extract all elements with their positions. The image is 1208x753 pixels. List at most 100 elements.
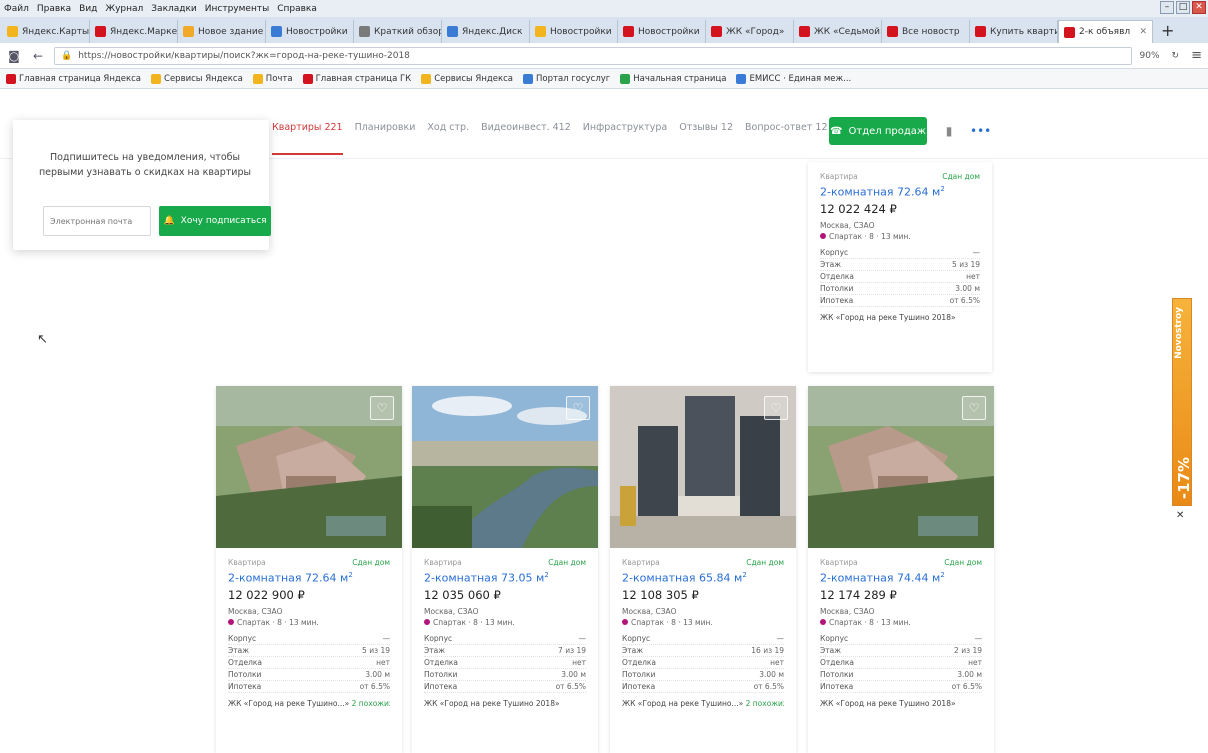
favorite-icon[interactable]: ♡ — [370, 396, 394, 420]
back-icon[interactable]: ← — [30, 48, 46, 64]
favorite-icon[interactable]: ♡ — [566, 396, 590, 420]
card-photo[interactable]: ♡ — [610, 386, 796, 548]
apartment-card[interactable]: Квартира Сдан дом 2-комнатная 72.64 м2 12… — [808, 162, 992, 372]
card-complex[interactable]: ЖК «Город на реке Тушино...» 2 похожих — [622, 699, 784, 708]
tab-infrastructure[interactable]: Инфраструктура — [583, 122, 667, 155]
ad-text: Novostroy — [1174, 307, 1184, 359]
browser-tab[interactable]: ЖК «Город» — [706, 20, 794, 43]
close-tab-icon[interactable]: ✕ — [1139, 27, 1147, 37]
card-title[interactable]: 2-комнатная 72.64 м2 — [228, 571, 390, 585]
url-text: https://новостройки/квартиры/поиск?жк=го… — [78, 50, 410, 61]
browser-tab[interactable]: Новостройки — [618, 20, 706, 43]
browser-tab[interactable]: Яндекс.Маркет — [90, 20, 178, 43]
tab-progress[interactable]: Ход стр. — [427, 122, 469, 155]
tab-qa[interactable]: Вопрос-ответ 12 — [745, 122, 827, 155]
close-ad-icon[interactable]: ✕ — [1176, 510, 1184, 521]
card-status: Сдан дом — [548, 558, 586, 567]
apartment-card[interactable]: ♡ Квартира Сдан дом 2-комнатная 73.05 м2 … — [412, 386, 598, 753]
menu-view[interactable]: Вид — [79, 4, 97, 14]
browser-tab-active[interactable]: 2-к объявл ✕ — [1058, 20, 1153, 43]
email-input[interactable] — [43, 206, 151, 236]
card-type: Квартира — [820, 558, 858, 567]
card-title[interactable]: 2-комнатная 74.44 м2 — [820, 571, 982, 585]
tab-favicon-icon — [271, 26, 282, 37]
bookmark-item[interactable]: Портал госуслуг — [523, 73, 610, 84]
browser-tab[interactable]: Купить квартиру — [970, 20, 1058, 43]
zoom-level[interactable]: 90% — [1140, 51, 1160, 61]
card-address: Москва, СЗАО — [820, 606, 875, 616]
new-tab-button[interactable]: + — [1153, 20, 1182, 43]
maximize-button[interactable]: □ — [1176, 1, 1190, 14]
card-type: Квартира — [424, 558, 462, 567]
bell-icon: 🔔 — [163, 216, 175, 226]
card-photo[interactable]: ♡ — [216, 386, 402, 548]
browser-tab[interactable]: Все новостр — [882, 20, 970, 43]
close-window-button[interactable]: ✕ — [1192, 1, 1206, 14]
menu-tools[interactable]: Инструменты — [205, 4, 269, 14]
hamburger-menu-icon[interactable]: ≡ — [1191, 48, 1202, 63]
bookmark-item[interactable]: Сервисы Яндекса — [421, 73, 513, 84]
browser-tab[interactable]: Яндекс.Карты — [2, 20, 90, 43]
menu-help[interactable]: Справка — [277, 4, 317, 14]
card-properties: Корпус — Этаж 5 из 19 Отделка нет Потолки 3.… — [228, 633, 390, 693]
browser-tab[interactable]: Новостройки — [530, 20, 618, 43]
subscribe-popup: Подпишитесь на уведомления, чтобы первым… — [13, 120, 271, 250]
tab-layouts[interactable]: Планировки — [355, 122, 416, 155]
more-options-icon[interactable]: ••• — [970, 122, 991, 140]
url-controls: 90% ↻ ≡ — [1140, 48, 1202, 63]
browser-tab[interactable]: Краткий обзор — [354, 20, 442, 43]
bookmark-item[interactable]: Главная страница ГК — [302, 73, 411, 84]
browser-tab[interactable]: Новое здание — [178, 20, 266, 43]
card-address: Москва, СЗАО — [424, 606, 479, 616]
card-photo[interactable]: ♡ — [412, 386, 598, 548]
apartment-card[interactable]: ♡ Квартира Сдан дом 2-комнатная 72.64 м2 … — [216, 386, 402, 753]
card-photo[interactable]: ♡ — [808, 386, 994, 548]
menu-file[interactable]: Файл — [4, 4, 29, 14]
reload-icon[interactable]: ↻ — [1172, 51, 1180, 61]
card-address: Москва, СЗАО — [622, 606, 677, 616]
card-title[interactable]: 2-комнатная 72.64 м2 — [820, 185, 980, 199]
tab-reviews[interactable]: Отзывы 12 — [679, 122, 733, 155]
favorite-icon[interactable]: ▮ — [940, 122, 958, 140]
bookmark-item[interactable]: Почта — [252, 73, 293, 84]
menu-history[interactable]: Журнал — [105, 4, 143, 14]
mouse-cursor-icon: ↖ — [37, 332, 48, 347]
card-metro: Спартак · 8 · 13 мин. — [820, 618, 982, 627]
favorite-icon[interactable]: ♡ — [764, 396, 788, 420]
card-complex[interactable]: ЖК «Город на реке Тушино...» 2 похожих — [228, 699, 390, 708]
apartment-card[interactable]: ♡ Квартира Сдан дом 2-комнатная 74.44 м2 … — [808, 386, 994, 753]
browser-tab[interactable]: Новостройки — [266, 20, 354, 43]
menu-bar: Файл Правка Вид Журнал Закладки Инструме… — [0, 0, 1208, 17]
tab-favicon-icon — [535, 26, 546, 37]
subscribe-button[interactable]: 🔔 Хочу подписаться — [159, 206, 271, 236]
bookmark-item[interactable]: Сервисы Яндекса — [151, 73, 243, 84]
card-complex[interactable]: ЖК «Город на реке Тушино 2018» — [820, 699, 982, 708]
pocket-icon[interactable]: ◙ — [6, 48, 22, 64]
apartment-card[interactable]: ♡ Квартира Сдан дом 2-комнатная 65.84 м2 … — [610, 386, 796, 753]
metro-icon — [228, 619, 234, 626]
lock-icon: 🔒 — [61, 50, 73, 61]
tab-apartments[interactable]: Квартиры 221 — [272, 122, 343, 155]
tab-favicon-icon — [711, 26, 722, 37]
bookmark-item[interactable]: Главная страница Яндекса — [6, 73, 141, 84]
minimize-button[interactable]: – — [1160, 1, 1174, 14]
bookmark-item[interactable]: ЕМИСС · Единая меж... — [736, 73, 851, 84]
metro-icon — [424, 619, 430, 626]
favorite-icon[interactable]: ♡ — [962, 396, 986, 420]
browser-tab[interactable]: ЖК «Седьмой» — [794, 20, 882, 43]
side-advertisement[interactable]: Novostroy -17% — [1172, 298, 1193, 506]
sales-office-button[interactable]: ☎ Отдел продаж — [829, 117, 927, 145]
tab-favicon-icon — [183, 26, 194, 37]
menu-bookmarks[interactable]: Закладки — [151, 4, 197, 14]
menu-edit[interactable]: Правка — [37, 4, 71, 14]
card-title[interactable]: 2-комнатная 65.84 м2 — [622, 571, 784, 585]
card-complex[interactable]: ЖК «Город на реке Тушино 2018» — [424, 699, 586, 708]
card-complex[interactable]: ЖК «Город на реке Тушино 2018» — [820, 313, 980, 322]
bookmark-item[interactable]: Начальная страница — [620, 73, 726, 84]
card-title[interactable]: 2-комнатная 73.05 м2 — [424, 571, 586, 585]
tab-video[interactable]: Видеоинвест. 412 — [481, 122, 571, 155]
card-address: Москва, СЗАО — [820, 220, 875, 230]
browser-tab[interactable]: Яндекс.Диск — [442, 20, 530, 43]
url-bar[interactable]: 🔒 https://новостройки/квартиры/поиск?жк=… — [54, 46, 1132, 65]
card-type: Квартира — [622, 558, 660, 567]
